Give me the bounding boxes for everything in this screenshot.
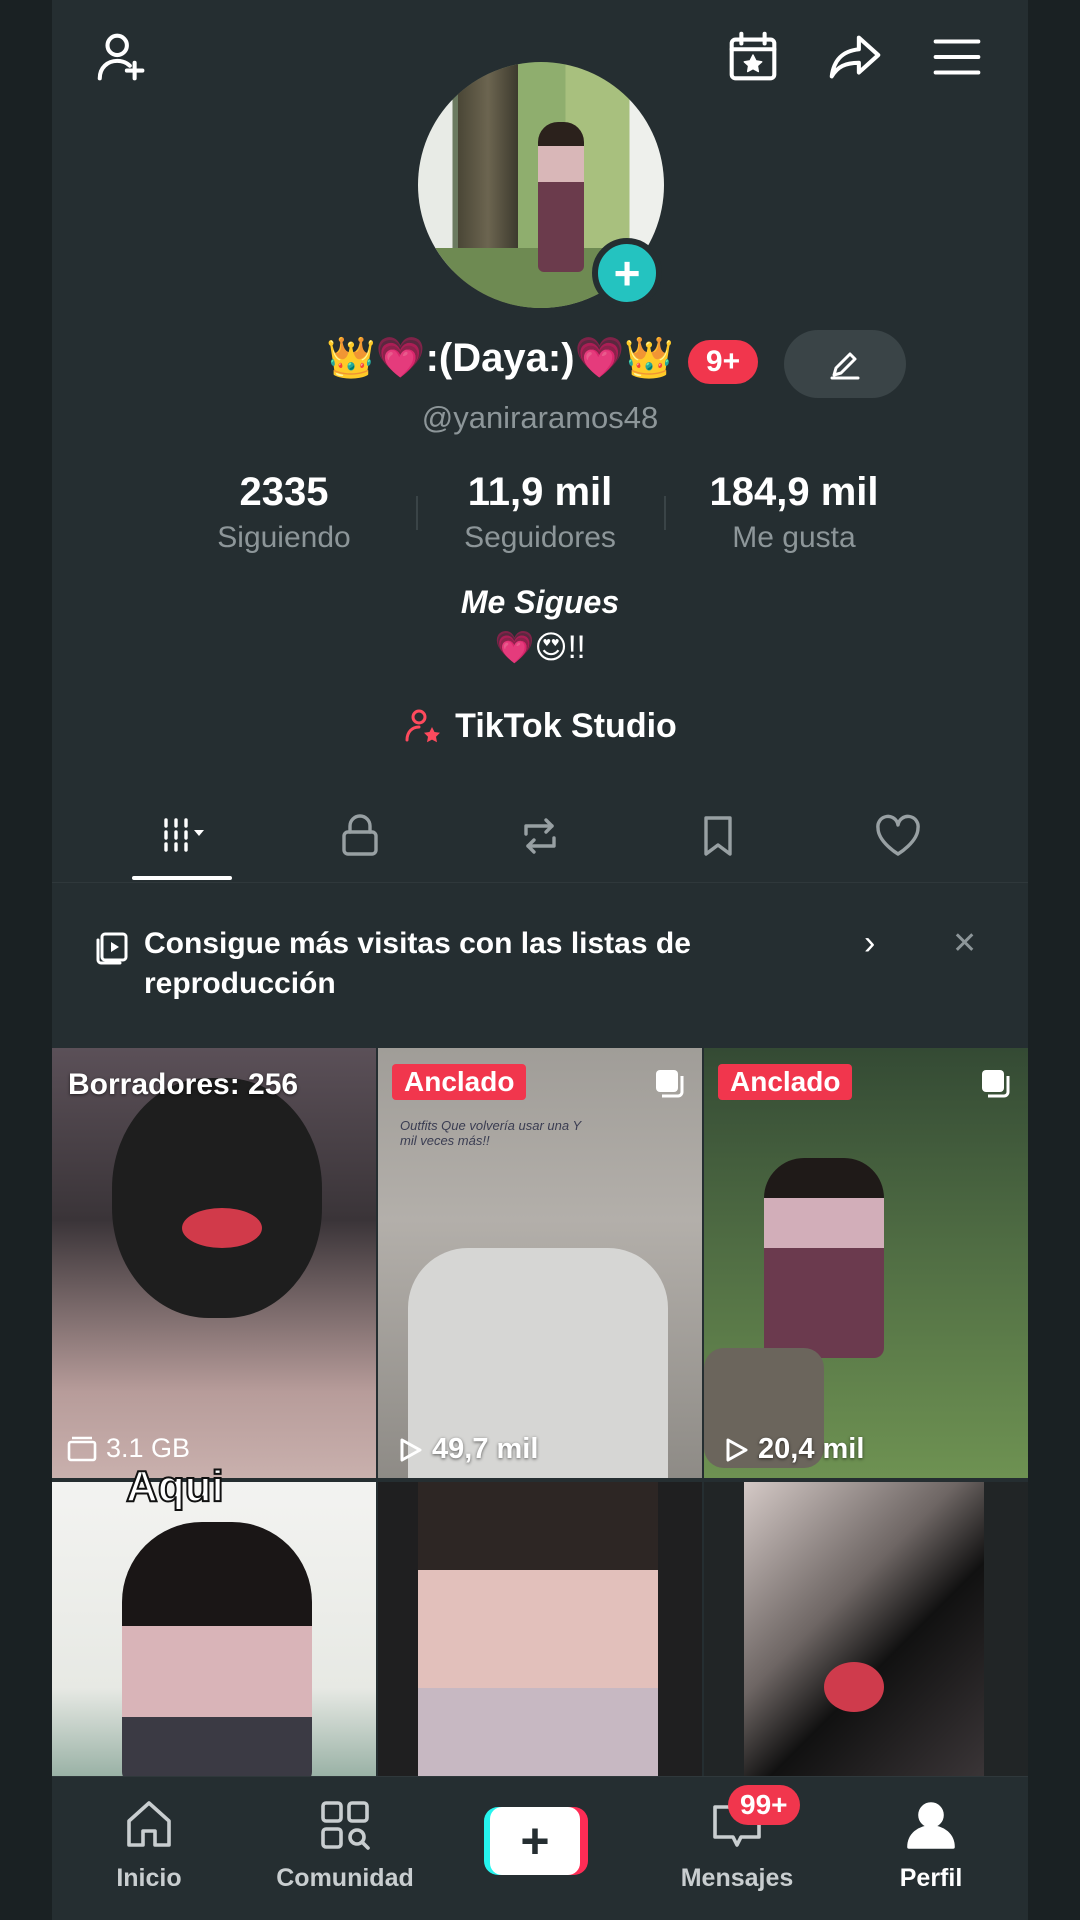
nav-label: Perfil (899, 1864, 963, 1892)
tiktok-studio-link[interactable]: TikTok Studio (0, 706, 1080, 746)
add-friend-icon (97, 33, 145, 81)
video-thumbnail[interactable]: Anclado Outfits Que volvería usar una Y … (378, 1048, 702, 1478)
stat-divider (664, 496, 666, 530)
username: @yaniraramos48 (421, 400, 659, 435)
display-name: 👑💗:(Daya:)💗👑 (326, 336, 675, 380)
stat-likes[interactable]: 184,9 mil Me gusta (674, 470, 914, 555)
view-count: 49,7 mil (396, 1433, 538, 1466)
create-button[interactable]: + (484, 1807, 588, 1875)
thumb-lips (824, 1662, 884, 1712)
name-row: 👑💗:(Daya:)💗👑 9+ (0, 330, 1080, 398)
thumb-lips (182, 1208, 262, 1248)
stat-label: Seguidores (464, 521, 616, 554)
bookmark-icon (704, 816, 732, 856)
pinned-badge: Anclado (718, 1064, 853, 1100)
menu-icon (933, 39, 981, 75)
profile-avatar[interactable]: + (418, 62, 664, 308)
view-count-value: 49,7 mil (432, 1433, 539, 1465)
play-icon (726, 1438, 748, 1461)
nav-profile[interactable]: Perfil (846, 1795, 1016, 1893)
tab-private[interactable] (300, 790, 420, 882)
chevron-right-icon[interactable]: › (864, 924, 875, 963)
profile-tabs (52, 790, 1028, 882)
video-thumbnail[interactable] (704, 1482, 1028, 1776)
nav-label: Comunidad (276, 1864, 414, 1892)
right-margin (1028, 0, 1080, 1920)
bio-title: Me Sigues (460, 584, 620, 620)
tab-videos[interactable] (122, 790, 242, 882)
stat-label: Me gusta (732, 521, 856, 554)
grid-icon (164, 818, 204, 852)
add-story-button[interactable]: + (592, 238, 662, 308)
tab-favorites[interactable] (658, 790, 778, 882)
calendar-button[interactable] (718, 22, 788, 92)
video-thumbnail[interactable] (378, 1482, 702, 1776)
close-icon[interactable]: ✕ (952, 926, 977, 961)
notification-badge[interactable]: 9+ (688, 340, 758, 384)
profile-stats: 2335 Siguiendo 11,9 mil Seguidores 184,9… (0, 470, 1080, 560)
drafts-size-value: 3.1 GB (106, 1433, 191, 1463)
pinned-badge: Anclado (392, 1064, 527, 1100)
tab-liked[interactable] (838, 790, 958, 882)
multi-photo-icon (656, 1070, 684, 1098)
bio-line: 💗😍!! (494, 629, 586, 665)
playlist-promo-banner[interactable]: Consigue más visitas con las listas de r… (94, 924, 994, 1008)
calendar-star-icon (729, 31, 777, 81)
share-icon (829, 35, 881, 79)
nav-community[interactable]: Comunidad (260, 1795, 430, 1893)
heart-icon (876, 814, 920, 856)
thumb-person (744, 1482, 984, 1776)
left-margin (0, 0, 52, 1920)
stat-value: 2335 (239, 470, 329, 514)
messages-badge: 99+ (728, 1785, 800, 1825)
video-thumbnail[interactable]: Anclado 20,4 mil (704, 1048, 1028, 1478)
nav-label: Inicio (116, 1864, 182, 1892)
thumb-face-mask (112, 1078, 322, 1318)
studio-label: TikTok Studio (455, 706, 677, 745)
share-profile-button[interactable] (820, 22, 890, 92)
stat-value: 184,9 mil (709, 470, 879, 514)
view-count: 20,4 mil (722, 1433, 864, 1466)
add-friend-button[interactable] (88, 22, 158, 92)
folder-icon (67, 1436, 97, 1461)
pencil-icon (830, 352, 860, 380)
drafts-size: 3.1 GB (66, 1433, 190, 1464)
thumb-person (122, 1522, 312, 1776)
stat-divider (416, 496, 418, 530)
playlist-icon (96, 932, 128, 965)
video-thumbnail[interactable]: Borradores: 256 3.1 GB (52, 1048, 376, 1478)
thumb-overlay-text: Aqui (125, 1461, 225, 1512)
multi-photo-icon (982, 1070, 1010, 1098)
thumb-person (764, 1158, 884, 1358)
profile-icon (907, 1802, 955, 1849)
thumb-person (418, 1482, 658, 1776)
stat-label: Siguiendo (217, 521, 351, 554)
plus-icon: + (490, 1807, 580, 1875)
bottom-nav: Inicio Comunidad + Mensajes 99+ Perfil (52, 1776, 1028, 1920)
video-thumbnail[interactable] (52, 1482, 376, 1776)
promo-text: Consigue más visitas con las listas de r… (144, 927, 691, 1000)
active-tab-indicator (132, 876, 232, 880)
photo-person (538, 122, 584, 272)
lock-icon (342, 814, 378, 856)
edit-profile-button[interactable] (784, 330, 906, 398)
community-icon (321, 1801, 370, 1850)
home-icon (127, 1801, 171, 1847)
thumb-caption: Outfits Que volvería usar una Y mil vece… (400, 1118, 581, 1148)
menu-button[interactable] (922, 22, 992, 92)
nav-label: Mensajes (680, 1864, 794, 1892)
stat-value: 11,9 mil (467, 470, 613, 514)
repost-icon (524, 818, 556, 854)
stat-following[interactable]: 2335 Siguiendo (164, 470, 404, 555)
play-icon (400, 1438, 422, 1461)
nav-home[interactable]: Inicio (64, 1795, 234, 1893)
tabs-divider (52, 882, 1028, 883)
tab-reposts[interactable] (480, 790, 600, 882)
drafts-label: Borradores: 256 (68, 1068, 299, 1101)
creator-star-icon (405, 709, 441, 743)
view-count-value: 20,4 mil (758, 1433, 865, 1465)
stat-followers[interactable]: 11,9 mil Seguidores (420, 470, 660, 555)
